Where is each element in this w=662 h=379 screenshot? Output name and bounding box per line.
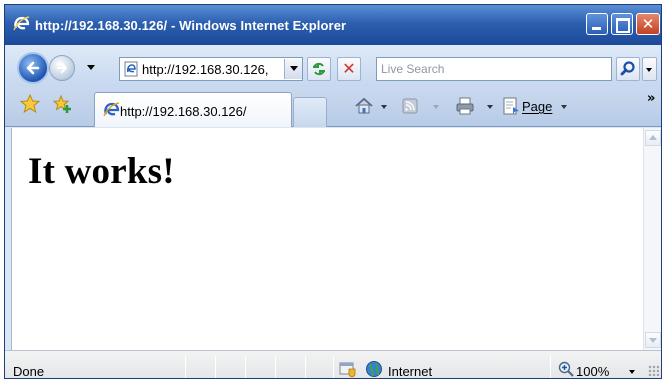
forward-button[interactable] xyxy=(49,55,75,81)
minimize-button[interactable] xyxy=(586,13,608,35)
print-icon[interactable] xyxy=(455,96,475,116)
recent-pages-dropdown[interactable] xyxy=(87,65,95,70)
ie-logo-icon xyxy=(103,102,120,117)
search-button[interactable] xyxy=(616,57,640,81)
stop-button[interactable]: ✕ xyxy=(337,57,361,81)
navigation-bar: http://192.168.30.126, ✕ xyxy=(5,45,661,87)
status-divider xyxy=(305,356,306,378)
back-arrow-icon xyxy=(26,61,40,75)
search-box[interactable] xyxy=(376,57,612,81)
status-divider xyxy=(333,356,334,378)
title-bar[interactable]: http://192.168.30.126/ - Windows Interne… xyxy=(5,5,661,45)
refresh-icon xyxy=(313,62,325,76)
status-divider xyxy=(550,356,551,378)
status-text: Done xyxy=(13,364,45,379)
zoom-icon[interactable] xyxy=(558,361,574,377)
add-favorites-icon[interactable] xyxy=(51,93,73,115)
page-heading: It works! xyxy=(28,151,175,192)
window-title: http://192.168.30.126/ - Windows Interne… xyxy=(35,18,347,33)
ie-logo-icon xyxy=(13,16,30,31)
zone-label: Internet xyxy=(388,364,433,379)
feeds-dropdown[interactable] xyxy=(433,105,439,109)
page-content: It works! xyxy=(11,128,643,350)
address-input[interactable]: http://192.168.30.126, xyxy=(142,62,278,77)
zoom-level[interactable]: 100% xyxy=(576,364,609,378)
status-divider xyxy=(185,356,186,378)
refresh-button[interactable] xyxy=(307,57,331,81)
page-menu-button[interactable]: Page xyxy=(522,99,552,114)
status-bar: Done Internet 100% xyxy=(5,350,661,379)
vertical-scrollbar[interactable] xyxy=(643,128,661,350)
search-icon xyxy=(620,61,635,76)
maximize-button[interactable] xyxy=(611,13,633,35)
globe-icon xyxy=(366,361,382,377)
scroll-down-button[interactable] xyxy=(645,332,661,348)
zoom-dropdown[interactable] xyxy=(629,370,635,374)
stop-icon: ✕ xyxy=(342,59,356,78)
address-dropdown[interactable] xyxy=(284,59,302,79)
security-zone-icon[interactable] xyxy=(339,360,357,378)
search-options-dropdown[interactable] xyxy=(642,57,657,81)
tab-bar: http://192.168.30.126/ Page » xyxy=(5,87,661,127)
back-button[interactable] xyxy=(17,52,49,84)
page-menu-dropdown[interactable] xyxy=(561,105,567,109)
status-divider xyxy=(215,356,216,378)
search-input[interactable] xyxy=(381,59,609,79)
feeds-icon[interactable] xyxy=(400,96,420,116)
favorites-star-icon[interactable] xyxy=(19,93,41,115)
close-button[interactable]: ✕ xyxy=(636,13,660,35)
home-dropdown[interactable] xyxy=(381,105,387,109)
page-menu-icon[interactable] xyxy=(501,96,521,116)
forward-arrow-icon xyxy=(57,63,67,73)
print-dropdown[interactable] xyxy=(487,105,493,109)
browser-window: http://192.168.30.126/ - Windows Interne… xyxy=(4,4,662,379)
scroll-up-button[interactable] xyxy=(645,130,661,146)
close-icon: ✕ xyxy=(641,15,655,33)
status-divider xyxy=(275,356,276,378)
new-tab-button[interactable] xyxy=(293,97,327,127)
tab-label: http://192.168.30.126/ xyxy=(120,104,247,119)
tab-active[interactable]: http://192.168.30.126/ xyxy=(94,92,292,127)
more-tools-chevron[interactable]: » xyxy=(647,91,655,106)
page-icon xyxy=(124,61,138,77)
status-divider xyxy=(245,356,246,378)
address-bar[interactable]: http://192.168.30.126, xyxy=(119,57,303,81)
home-icon[interactable] xyxy=(354,96,374,116)
resize-grip-icon[interactable] xyxy=(648,365,659,376)
